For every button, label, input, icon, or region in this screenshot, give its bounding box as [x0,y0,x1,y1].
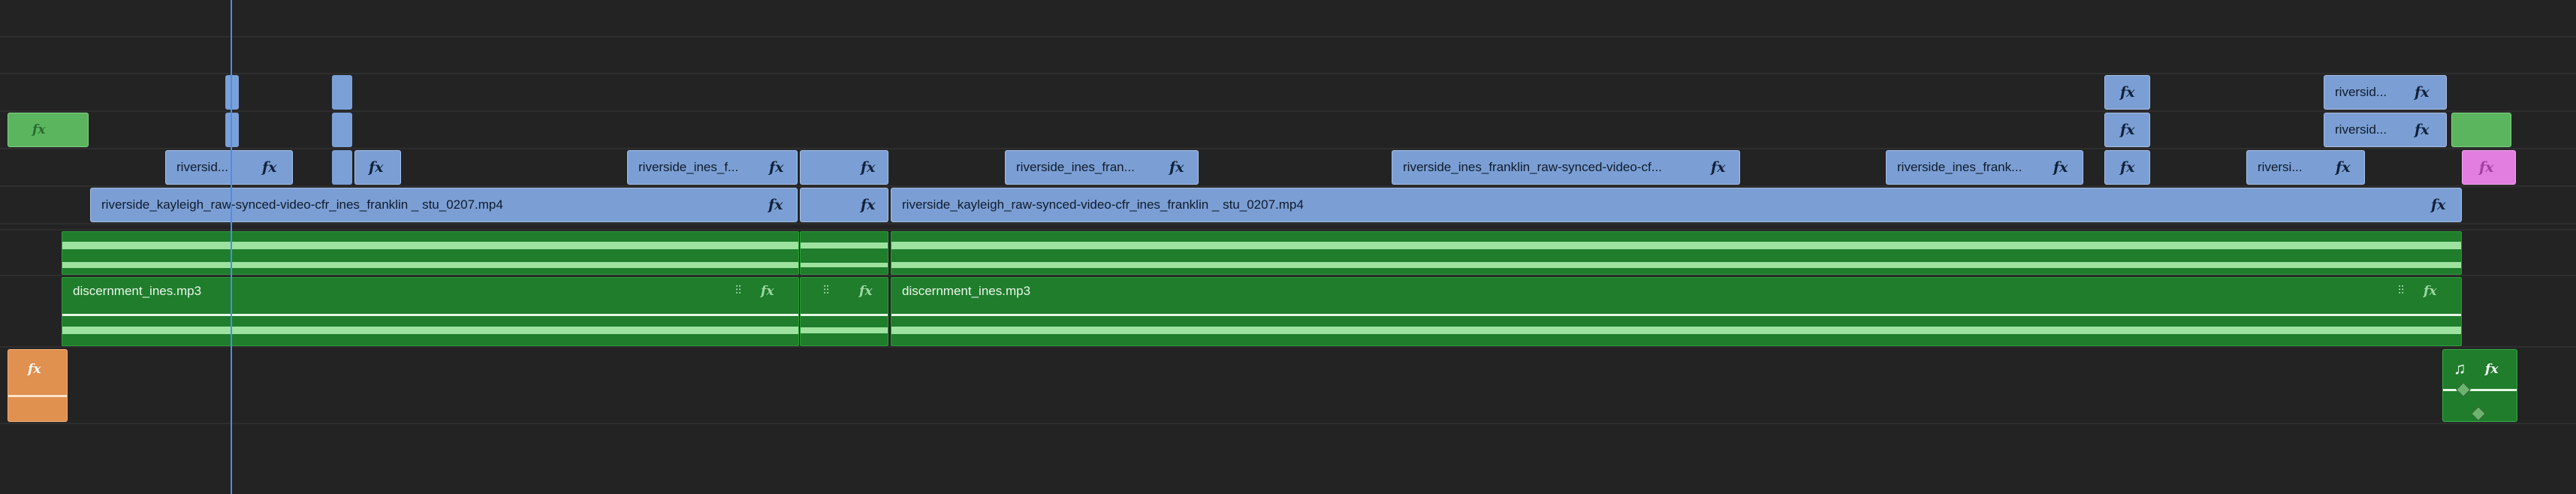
waveform [62,327,798,334]
video-clip-kayleigh[interactable]: riverside_kayleigh_raw-synced-video-cfr_… [90,188,798,222]
track-divider [0,223,2576,224]
volume-line[interactable] [2443,389,2517,391]
fx-badge[interactable]: fx [2120,122,2135,138]
fx-badge[interactable]: fx [28,362,41,377]
track-divider [0,275,2576,276]
video-clip-sliver[interactable] [225,113,239,147]
video-clip[interactable]: riversi... fx [2246,150,2365,185]
audio-clip[interactable] [800,231,888,275]
fx-badge[interactable]: fx [2424,284,2436,299]
fx-badge[interactable]: fx [2120,84,2135,101]
video-clip-sliver[interactable] [332,113,352,147]
video-clip[interactable]: riverside_ines_f... fx [627,150,798,185]
video-clip[interactable]: riverside_ines_franklin_raw-synced-video… [1392,150,1740,185]
waveform [891,262,2461,268]
playhead[interactable] [231,0,232,494]
waveform-icon: ⫶⫶ [2398,285,2405,297]
fx-badge[interactable]: fx [369,159,384,176]
track-divider [0,36,2576,38]
fx-badge[interactable]: fx [2415,84,2430,101]
clip-name: discernment_ines.mp3 [902,284,1031,298]
waveform [891,327,2461,334]
waveform [62,262,798,268]
fx-badge[interactable]: fx [768,197,783,213]
clip-name: riverside_kayleigh_raw-synced-video-cfr_… [902,197,1304,212]
video-clip[interactable]: fx [800,188,888,222]
waveform [801,242,888,249]
video-clip-sliver[interactable] [225,75,239,110]
video-clip[interactable]: fx [2104,150,2150,185]
keyframe-handle[interactable] [2456,382,2471,397]
video-clip[interactable]: fx [800,150,888,185]
video-clip[interactable]: riverside_ines_frank... fx [1886,150,2083,185]
fx-badge[interactable]: fx [861,197,876,213]
clip-name: riversi... [2258,160,2303,174]
clip-name: discernment_ines.mp3 [73,284,202,298]
video-clip[interactable]: fx [2104,113,2150,147]
fx-badge[interactable]: fx [769,159,784,176]
video-clip[interactable]: fx [2104,75,2150,110]
clip-name: riversid... [2335,85,2387,99]
fx-badge[interactable]: fx [2431,197,2446,213]
timeline-panel[interactable]: fx riversid... fx fx fx riversid... fx r… [0,0,2576,494]
fx-badge[interactable]: fx [1711,159,1726,176]
volume-line[interactable] [801,314,888,316]
waveform-icon: ⫶⫶ [823,285,830,297]
track-divider [0,110,2576,112]
fx-badge[interactable]: fx [2120,159,2135,176]
fx-badge[interactable]: fx [1169,159,1184,176]
clip-name: riverside_kayleigh_raw-synced-video-cfr_… [101,197,503,212]
video-clip-green[interactable]: fx [8,113,89,147]
music-note-icon: ♫ [2454,359,2466,378]
volume-line[interactable] [891,314,2461,316]
track-divider [0,148,2576,149]
video-clip[interactable]: riverside_ines_fran... fx [1005,150,1199,185]
waveform [801,327,888,333]
clip-name: riverside_ines_f... [638,160,739,174]
track-divider [0,423,2576,424]
audio-clip-discernment[interactable]: discernment_ines.mp3 ⫶⫶ fx [891,277,2462,346]
video-clip[interactable]: riversid... fx [2324,75,2447,110]
clip-name: riversid... [176,160,228,174]
fx-badge[interactable]: fx [761,284,774,299]
clip-name: riverside_ines_fran... [1016,160,1135,174]
track-divider [0,185,2576,187]
video-clip[interactable]: riversid... fx [165,150,293,185]
waveform [62,242,798,249]
video-clip-sliver[interactable] [332,150,352,185]
fx-badge[interactable]: fx [2485,362,2498,377]
fx-badge[interactable]: fx [262,159,277,176]
track-divider [0,346,2576,348]
fx-badge[interactable]: fx [2336,159,2351,176]
audio-clip-discernment[interactable]: discernment_ines.mp3 ⫶⫶ fx [62,277,799,346]
fx-badge[interactable]: fx [2415,122,2430,138]
fx-badge[interactable]: fx [32,122,45,137]
audio-clip[interactable] [891,231,2462,275]
waveform [891,242,2461,249]
waveform-icon: ⫶⫶ [735,285,742,297]
waveform [801,263,888,267]
fx-badge[interactable]: fx [2053,159,2068,176]
fx-badge[interactable]: fx [861,159,876,176]
fx-badge[interactable]: fx [2479,159,2494,176]
clip-name: riverside_ines_franklin_raw-synced-video… [1403,160,1662,174]
volume-line[interactable] [62,314,798,316]
audio-clip-orange[interactable]: fx [8,349,68,422]
video-clip[interactable]: riversid... fx [2324,113,2447,147]
audio-clip[interactable]: ⫶⫶ fx [800,277,888,346]
keyframe-handle[interactable] [2471,406,2486,421]
video-clip-sliver[interactable] [332,75,352,110]
video-clip-green[interactable] [2451,113,2511,147]
video-clip-pink[interactable]: fx [2462,150,2516,185]
audio-clip[interactable] [62,231,799,275]
track-divider [0,73,2576,74]
volume-line[interactable] [8,395,67,397]
audio-clip-end[interactable]: ♫ fx [2442,349,2517,422]
video-clip[interactable]: fx [354,150,401,185]
track-divider [0,229,2576,230]
fx-badge[interactable]: fx [859,284,872,299]
clip-name: riverside_ines_frank... [1897,160,2022,174]
clip-name: riversid... [2335,122,2387,137]
video-clip-kayleigh[interactable]: riverside_kayleigh_raw-synced-video-cfr_… [891,188,2462,222]
